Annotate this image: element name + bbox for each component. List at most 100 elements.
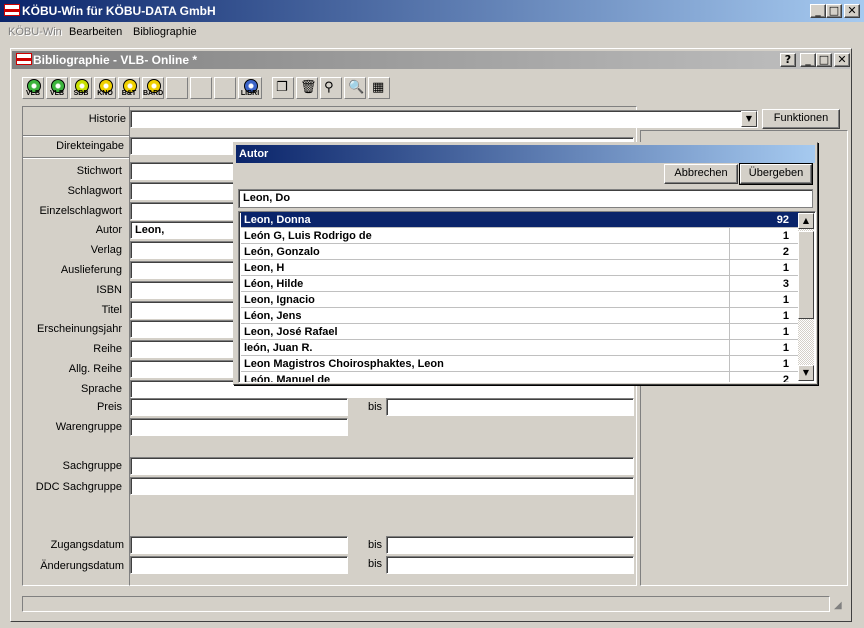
menu-koebu-win[interactable]: KÖBU-Win — [8, 26, 62, 38]
preis-to-input[interactable] — [386, 398, 634, 416]
toolbar-empty-button-1[interactable] — [166, 77, 188, 99]
status-bar — [22, 596, 830, 612]
sachgruppe-label: Sachgruppe — [62, 460, 122, 472]
zugangsdatum-from-input[interactable] — [130, 536, 348, 554]
maximize-icon[interactable]: □ — [826, 4, 842, 18]
resize-grip-icon[interactable]: ◢ — [834, 600, 848, 614]
aenderungsdatum-to-input[interactable] — [386, 556, 634, 574]
aenderungsdatum-from-input[interactable] — [130, 556, 348, 574]
toolbar-empty-button-2[interactable] — [190, 77, 212, 99]
app-title: KÖBU-Win für KÖBU-DATA GmbH — [22, 4, 216, 18]
divider — [23, 135, 129, 137]
list-item[interactable]: Leon, Ignacio 1 — [241, 292, 799, 308]
scroll-thumb[interactable] — [798, 231, 814, 319]
autor-dialog-title[interactable]: Autor — [236, 145, 815, 163]
autor-dialog: Autor Abbrechen Übergeben Leon, Do Leon,… — [233, 142, 818, 385]
list-item[interactable]: león, Juan R. 1 — [241, 340, 799, 356]
list-item[interactable]: Leon, Donna 92 — [241, 212, 799, 228]
toolbar-kno-button[interactable]: KNO — [94, 77, 116, 99]
toolbar-vlb-button[interactable]: VLB — [22, 77, 44, 99]
windows-icon: ❐ — [276, 80, 288, 95]
preis-bis-label: bis — [368, 401, 383, 413]
toolbar-sbb-label: SBB — [73, 90, 89, 97]
child-logo-icon — [16, 53, 32, 65]
menu-bibliographie[interactable]: Bibliographie — [133, 26, 197, 38]
chevron-down-icon[interactable]: ▼ — [741, 111, 757, 127]
zugangsdatum-to-input[interactable] — [386, 536, 634, 554]
stichwort-label: Stichwort — [76, 165, 122, 177]
list-item[interactable]: León, Gonzalo 2 — [241, 244, 799, 260]
list-scrollbar[interactable]: ▲ ▼ — [798, 213, 814, 381]
isbn-label: ISBN — [96, 284, 122, 296]
child-window-title-bar[interactable]: Bibliographie - VLB- Online * ? _ □ ✕ — [12, 51, 850, 69]
toolbar-libri-button[interactable]: LIBRI — [238, 77, 262, 99]
schlagwort-label: Schlagwort — [67, 185, 122, 197]
preis-label: Preis — [96, 401, 122, 413]
toolbar-bt-label: B&T — [121, 90, 137, 97]
toolbar-table-button[interactable]: ▦ — [368, 77, 390, 99]
toolbar-vlb-label: VLB — [26, 90, 40, 97]
titel-label: Titel — [101, 304, 122, 316]
toolbar-bard-button[interactable]: BARD — [142, 77, 164, 99]
toolbar-delete-button[interactable]: 🗑 — [296, 77, 318, 99]
list-item[interactable]: Leon Magistros Choirosphaktes, Leon 1 — [241, 356, 799, 372]
historie-label: Historie — [88, 113, 126, 125]
search-icon: ⚲ — [324, 80, 334, 95]
autor-search-input[interactable]: Leon, Do — [238, 189, 813, 208]
close-icon[interactable]: ✕ — [844, 4, 860, 18]
menu-bearbeiten[interactable]: Bearbeiten — [69, 26, 122, 38]
toolbar-bt-button[interactable]: B&T — [118, 77, 140, 99]
aenderungsdatum-bis-label: bis — [368, 558, 383, 570]
minimize-icon[interactable]: _ — [810, 4, 826, 18]
toolbar-windows-button[interactable]: ❐ — [272, 77, 294, 99]
preview-icon: 🔍 — [348, 80, 365, 95]
toolbar-vlb2-label: VLB — [50, 90, 64, 97]
app-logo-icon — [4, 4, 20, 16]
app-title-bar[interactable]: KÖBU-Win für KÖBU-DATA GmbH _ □ ✕ — [0, 0, 864, 22]
list-item[interactable]: León G, Luis Rodrigo de 1 — [241, 228, 799, 244]
sachgruppe-input[interactable] — [130, 457, 634, 475]
list-item[interactable]: Leon, H1 — [241, 260, 799, 276]
allg-reihe-label: Allg. Reihe — [68, 363, 122, 375]
toolbar-vlb2-button[interactable]: VLB — [46, 77, 68, 99]
reihe-label: Reihe — [93, 343, 122, 355]
trash-icon: 🗑 — [300, 80, 317, 95]
list-item[interactable]: León, Manuel de 2 — [241, 372, 799, 382]
toolbar-search-button[interactable]: ⚲ — [320, 77, 342, 99]
scroll-up-icon[interactable]: ▲ — [798, 213, 814, 229]
toolbar: VLB VLB SBB KNO B&T BARD LIBRI ❐ 🗑 ⚲ 🔍 ▦ — [22, 77, 394, 101]
child-maximize-icon[interactable]: □ — [816, 53, 832, 67]
help-icon[interactable]: ? — [780, 53, 796, 67]
list-item[interactable]: Léon, Jens 1 — [241, 308, 799, 324]
funktionen-button[interactable]: Funktionen — [762, 109, 840, 129]
list-item[interactable]: Léon, Hilde 3 — [241, 276, 799, 292]
ddc-sachgruppe-label: DDC Sachgruppe — [35, 481, 122, 493]
autor-label: Autor — [95, 224, 122, 236]
list-item[interactable]: Leon, José Rafael 1 — [241, 324, 799, 340]
einzelschlagwort-label: Einzelschlagwort — [39, 205, 122, 217]
toolbar-preview-button[interactable]: 🔍 — [344, 77, 366, 99]
child-close-icon[interactable]: ✕ — [834, 53, 850, 67]
abbrechen-button[interactable]: Abbrechen — [664, 164, 738, 184]
child-minimize-icon[interactable]: _ — [800, 53, 816, 67]
toolbar-kno-label: KNO — [97, 90, 113, 97]
sprache-label: Sprache — [81, 383, 122, 395]
warengruppe-input[interactable] — [130, 418, 348, 436]
zugangsdatum-bis-label: bis — [368, 539, 383, 551]
toolbar-libri-label: LIBRI — [240, 90, 260, 97]
historie-dropdown[interactable] — [130, 110, 758, 128]
toolbar-sbb-button[interactable]: SBB — [70, 77, 92, 99]
toolbar-empty-button-3[interactable] — [214, 77, 236, 99]
ddc-sachgruppe-input[interactable] — [130, 477, 634, 495]
aenderungsdatum-label: Änderungsdatum — [40, 560, 124, 572]
divider — [23, 157, 129, 159]
warengruppe-label: Warengruppe — [55, 421, 122, 433]
menu-bar: KÖBU-Win Bearbeiten Bibliographie — [0, 22, 864, 42]
erscheinungsjahr-label: Erscheinungsjahr — [37, 323, 122, 335]
toolbar-bard-label: BARD — [143, 90, 164, 97]
uebergeben-button[interactable]: Übergeben — [739, 163, 813, 185]
auslieferung-label: Auslieferung — [60, 264, 122, 276]
preis-from-input[interactable] — [130, 398, 348, 416]
scroll-down-icon[interactable]: ▼ — [798, 365, 814, 381]
child-window-title: Bibliographie - VLB- Online * — [33, 53, 198, 67]
